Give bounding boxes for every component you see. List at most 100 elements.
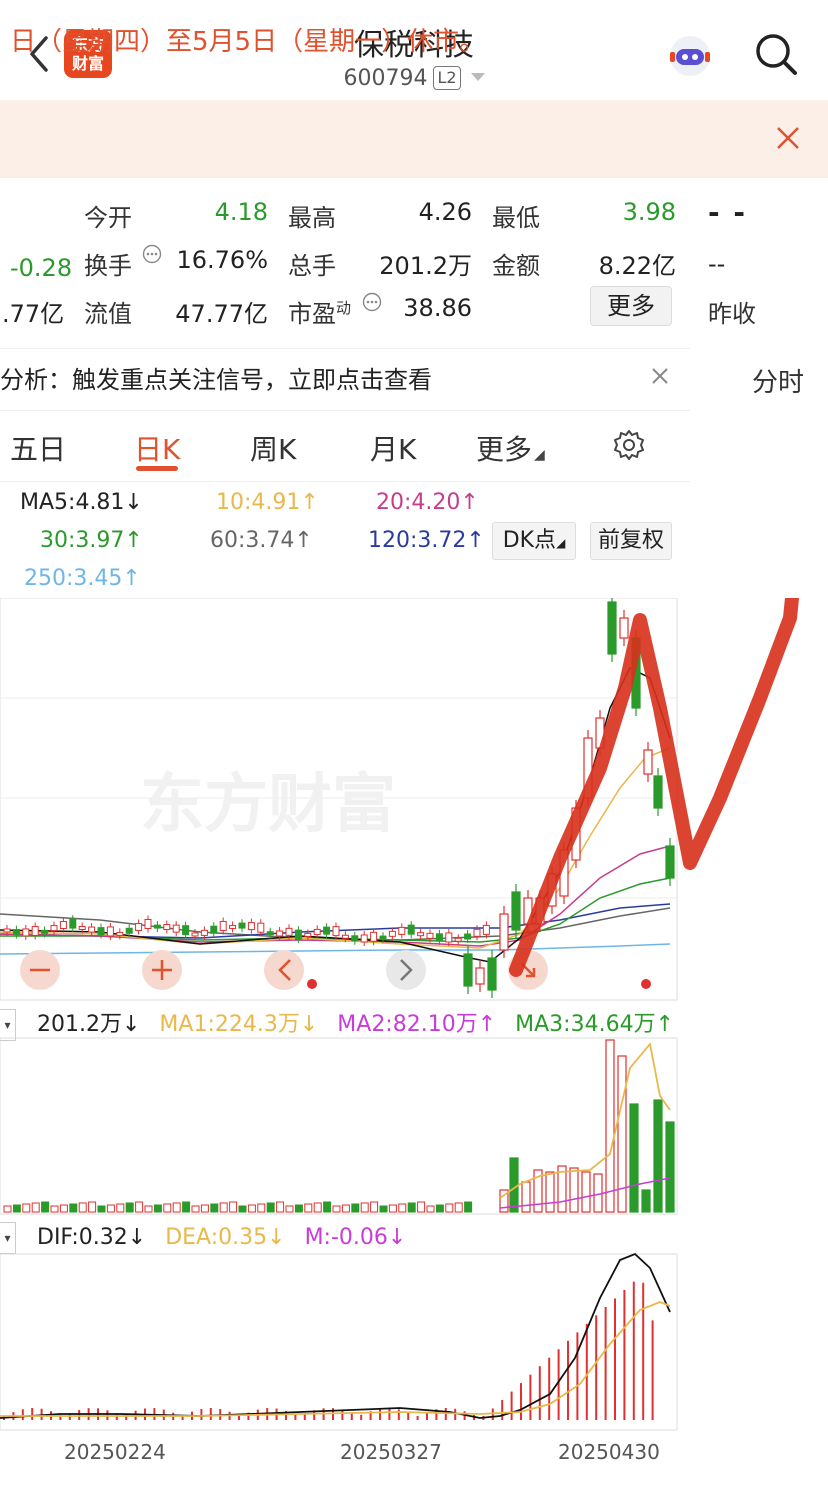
volume-value: 201.2万 <box>379 252 472 280</box>
volume-bar <box>445 1203 454 1213</box>
candle <box>266 931 274 936</box>
volume-bar <box>31 1202 40 1213</box>
candle <box>351 935 359 942</box>
candle <box>313 928 321 935</box>
volume-bar <box>163 1203 172 1213</box>
tab-month-k[interactable]: 月K <box>370 428 416 468</box>
volume-bar <box>509 1157 519 1213</box>
candle <box>41 929 49 934</box>
candle <box>153 924 161 929</box>
candle <box>144 918 152 929</box>
candle <box>238 922 246 929</box>
candle <box>398 926 406 935</box>
tab-intraday[interactable]: 分时 <box>752 362 804 399</box>
close-icon[interactable] <box>772 122 804 154</box>
volume-bar <box>144 1205 153 1213</box>
volume-bar <box>69 1203 78 1213</box>
ma120-legend: 120:3.72↑ <box>368 528 485 553</box>
pe-value: 38.86 <box>403 294 472 322</box>
adjust-forward-button[interactable]: 前复权 <box>590 522 672 560</box>
volume-bar <box>41 1201 50 1213</box>
zoom-in-button[interactable] <box>142 950 182 990</box>
robot-avatar-icon[interactable] <box>666 32 714 80</box>
candle <box>88 926 96 933</box>
volume-bar <box>417 1201 426 1213</box>
candle <box>125 927 133 934</box>
volume-bar <box>426 1205 435 1213</box>
volume-legend: ▾ 201.2万↓ MA1:224.3万↓ MA2:82.10万↑ MA3:34… <box>0 1006 674 1041</box>
kline-chart[interactable]: 东方财富 <box>0 598 828 1501</box>
candle <box>50 925 58 932</box>
date-label: 20250327 <box>340 1440 442 1464</box>
collapse-icon[interactable]: ▾ <box>0 1009 16 1041</box>
volume-bar <box>125 1202 134 1213</box>
candle <box>304 932 312 937</box>
candle <box>445 932 453 943</box>
candle <box>12 929 20 936</box>
dk-point-button[interactable]: DK点◢ <box>492 522 576 560</box>
prev-close-dash: - - <box>708 196 747 229</box>
volume-bar <box>200 1204 209 1213</box>
tab-day-k[interactable]: 日K <box>134 428 180 468</box>
volume-bar <box>12 1204 21 1213</box>
analysis-text[interactable]: 分析：触发重点关注信号，立即点击查看 <box>0 360 432 395</box>
tab-five-day[interactable]: 五日 <box>10 428 66 468</box>
collapse-icon[interactable]: ▾ <box>0 1222 16 1254</box>
candle <box>31 925 39 936</box>
volume-bar <box>653 1099 663 1213</box>
candle <box>106 926 114 937</box>
volume-bar <box>106 1204 115 1213</box>
period-tabs <box>0 410 690 482</box>
volume-bar <box>50 1205 59 1213</box>
volume-bar <box>135 1201 144 1213</box>
candle <box>417 932 425 937</box>
open-label: 今开 <box>84 204 132 232</box>
volume-bar <box>219 1202 228 1213</box>
volume-bar <box>629 1103 639 1213</box>
candle <box>475 967 485 985</box>
tab-week-k[interactable]: 周K <box>250 428 296 468</box>
amount-label: 金额 <box>492 252 540 280</box>
volume-bar <box>172 1202 181 1213</box>
pe-label: 市盈动 <box>288 299 352 328</box>
scroll-right-button[interactable] <box>386 950 426 990</box>
volume-bar <box>276 1201 285 1213</box>
candle <box>219 920 227 931</box>
candle <box>473 928 481 937</box>
info-icon[interactable] <box>362 292 382 312</box>
ma5-legend: MA5:4.81↓ <box>20 490 143 515</box>
settings-gear-icon[interactable] <box>612 428 646 462</box>
candle <box>22 928 30 937</box>
volume-bar <box>360 1202 369 1213</box>
volume-bar <box>665 1121 675 1213</box>
candle <box>454 937 462 942</box>
level-badge: L2 <box>433 66 461 90</box>
volume-bar <box>388 1204 397 1213</box>
zoom-out-button[interactable] <box>20 950 60 990</box>
ma250-legend: 250:3.45↑ <box>24 566 141 591</box>
volume-bar <box>545 1171 555 1213</box>
candle <box>643 749 653 775</box>
volume-bar <box>257 1203 266 1213</box>
candle <box>464 933 472 940</box>
watermark: 东方财富 <box>140 768 396 842</box>
volume-bar <box>88 1201 97 1213</box>
ma30-legend: 30:3.97↑ <box>40 528 143 553</box>
candle <box>487 957 497 991</box>
info-icon[interactable] <box>142 244 162 264</box>
active-tab-indicator <box>136 466 178 471</box>
more-button[interactable]: 更多 <box>590 286 672 326</box>
candle <box>323 926 331 935</box>
tab-more[interactable]: 更多 ◢ <box>476 428 545 468</box>
volume-bar <box>78 1202 87 1213</box>
close-icon[interactable] <box>648 364 672 388</box>
candle <box>426 932 434 939</box>
ma10-legend: 10:4.91↑ <box>216 490 319 515</box>
candle <box>294 929 302 940</box>
macd-legend: ▾ DIF:0.32↓ DEA:0.35↓ M:-0.06↓ <box>0 1222 406 1254</box>
low-label: 最低 <box>492 204 540 232</box>
ma60-legend: 60:3.74↑ <box>210 528 313 553</box>
volume-bar <box>407 1202 416 1213</box>
volume-bar <box>351 1203 360 1213</box>
search-icon[interactable] <box>754 32 798 76</box>
